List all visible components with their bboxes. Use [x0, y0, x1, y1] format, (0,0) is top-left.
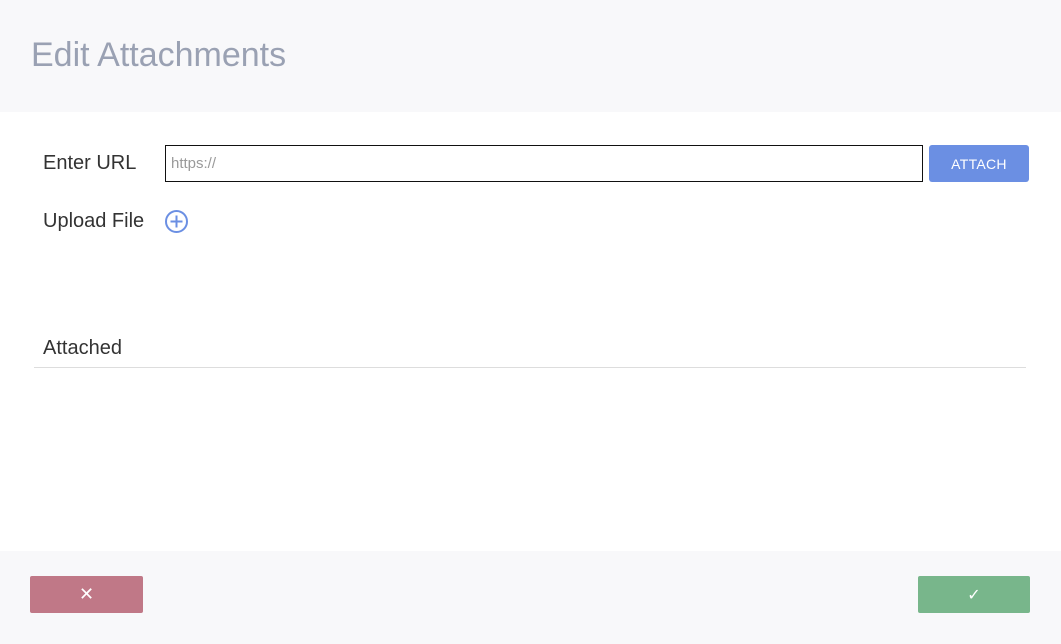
dialog-footer: ✕ ✓: [0, 551, 1061, 644]
check-icon: ✓: [967, 585, 981, 604]
cancel-button[interactable]: ✕: [30, 576, 143, 613]
attached-divider: [34, 367, 1026, 368]
plus-circle-icon: [165, 210, 188, 233]
attached-section-label: Attached: [43, 337, 122, 359]
edit-attachments-dialog: Edit Attachments Enter URL ATTACH Upload…: [0, 0, 1061, 644]
enter-url-label: Enter URL: [43, 152, 137, 174]
confirm-button[interactable]: ✓: [918, 576, 1030, 613]
url-input[interactable]: [165, 145, 923, 182]
upload-file-label: Upload File: [43, 210, 145, 232]
close-icon: ✕: [78, 584, 95, 605]
dialog-title: Edit Attachments: [31, 36, 287, 74]
attach-button[interactable]: ATTACH: [929, 145, 1029, 182]
upload-file-button[interactable]: [164, 209, 189, 234]
dialog-header: Edit Attachments: [0, 0, 1061, 112]
